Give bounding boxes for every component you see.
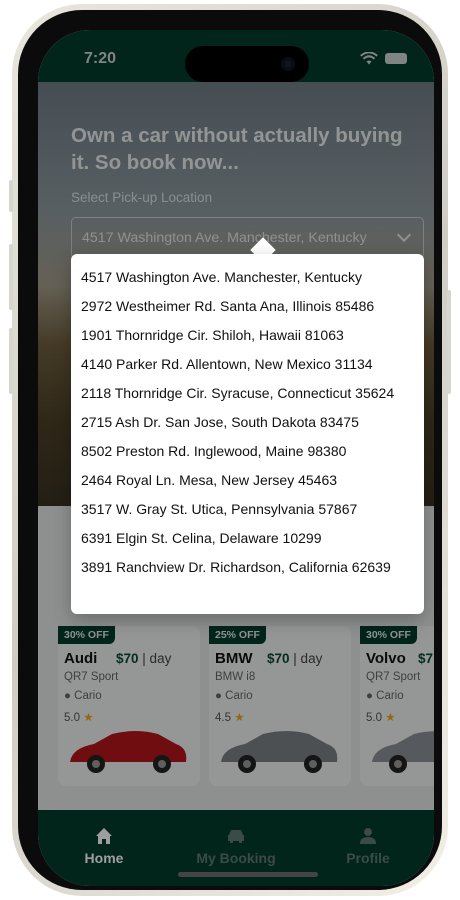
dropdown-option[interactable]: 6391 Elgin St. Celina, Delaware 10299 (81, 529, 414, 548)
mute-switch (9, 180, 13, 212)
dropdown-option[interactable]: 3891 Ranchview Dr. Richardson, Californi… (81, 558, 414, 577)
phone-bezel: 7:20 Own a car without actually buying i… (18, 10, 442, 890)
volume-up-button (9, 244, 13, 310)
dropdown-option[interactable]: 2118 Thornridge Cir. Syracuse, Connectic… (81, 384, 414, 403)
dropdown-option[interactable]: 2715 Ash Dr. San Jose, South Dakota 8347… (81, 413, 414, 432)
dropdown-option[interactable]: 4517 Washington Ave. Manchester, Kentuck… (81, 268, 414, 287)
dropdown-option[interactable]: 8502 Preston Rd. Inglewood, Maine 98380 (81, 442, 414, 461)
pickup-location-dropdown: 4517 Washington Ave. Manchester, Kentuck… (71, 254, 424, 614)
dropdown-option[interactable]: 2972 Westheimer Rd. Santa Ana, Illinois … (81, 297, 414, 316)
dropdown-option[interactable]: 3517 W. Gray St. Utica, Pennsylvania 578… (81, 500, 414, 519)
app-screen: 7:20 Own a car without actually buying i… (38, 30, 434, 886)
dropdown-option[interactable]: 4140 Parker Rd. Allentown, New Mexico 31… (81, 355, 414, 374)
volume-down-button (9, 328, 13, 394)
dropdown-option[interactable]: 1901 Thornridge Cir. Shiloh, Hawaii 8106… (81, 326, 414, 345)
phone-frame: 7:20 Own a car without actually buying i… (9, 4, 451, 896)
dropdown-option[interactable]: 2464 Royal Ln. Mesa, New Jersey 45463 (81, 471, 414, 490)
power-button (447, 290, 451, 394)
